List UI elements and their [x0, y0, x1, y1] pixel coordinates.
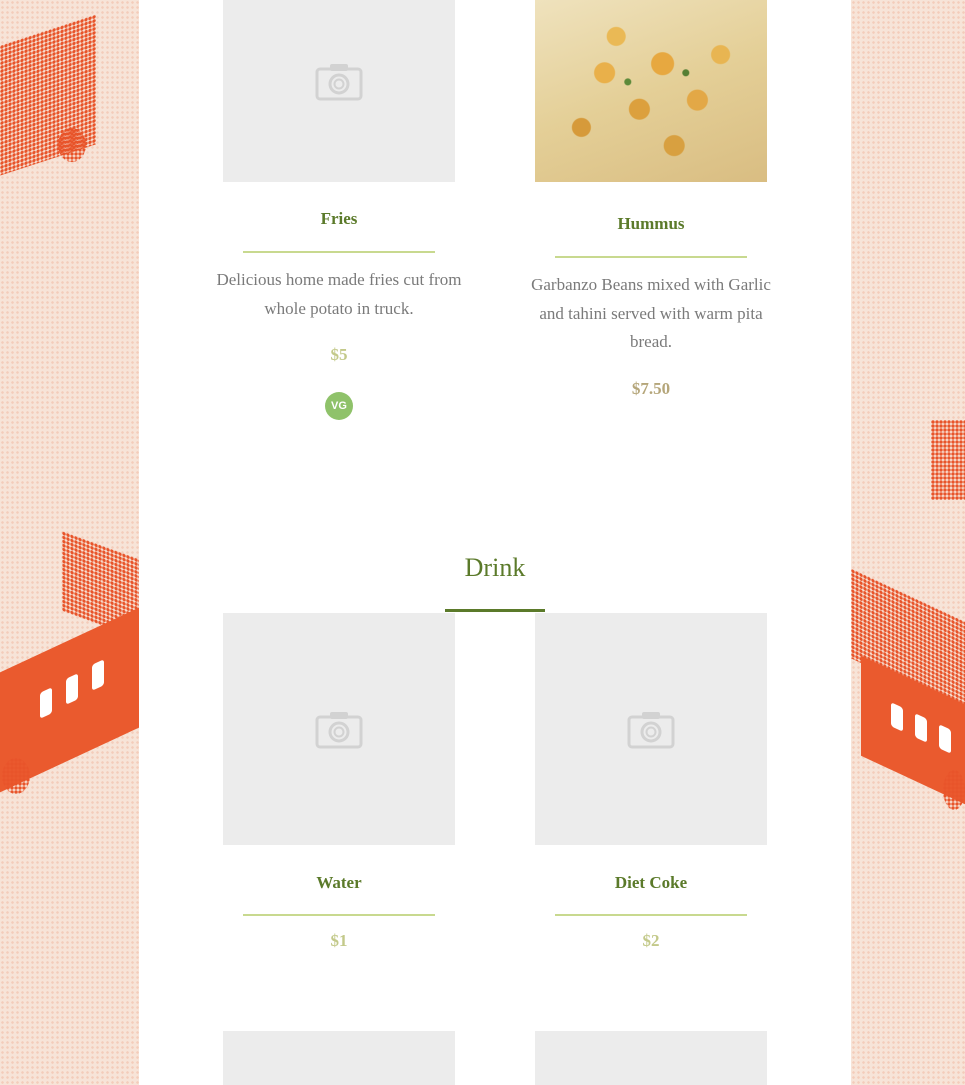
camera-icon [315, 64, 363, 101]
item-price: $1 [330, 931, 348, 950]
item-price: $2 [642, 931, 660, 950]
truck-window [915, 713, 927, 743]
title-divider [243, 914, 435, 916]
menu-item-water: Water $1 [223, 613, 455, 951]
camera-icon [315, 712, 363, 749]
truck-wheel [2, 758, 30, 794]
menu-item-hummus: Hummus Garbanzo Beans mixed with Garlic … [531, 0, 771, 399]
item-image-placeholder [223, 1031, 455, 1085]
left-background-decoration [0, 0, 139, 1085]
item-description: Garbanzo Beans mixed with Garlic and tah… [531, 275, 771, 351]
right-background-decoration [851, 0, 965, 1085]
title-divider [555, 256, 747, 258]
menu-item-fries: Fries Delicious home made fries cut from… [216, 0, 462, 420]
item-title: Diet Coke [614, 873, 688, 892]
item-image-placeholder [535, 613, 767, 845]
item-price: $5 [330, 345, 348, 364]
section-underline [445, 609, 545, 612]
menu-item-diet-coke: Diet Coke $2 [535, 613, 767, 951]
item-image-placeholder [223, 613, 455, 845]
item-title: Water [316, 873, 362, 892]
item-title: Hummus [617, 214, 685, 233]
vegan-badge: VG [325, 392, 353, 420]
food-truck-illustration [931, 420, 965, 500]
item-image-placeholder [223, 0, 455, 182]
camera-icon [627, 712, 675, 749]
title-divider [555, 914, 747, 916]
item-image-placeholder [535, 1031, 767, 1085]
item-title: Fries [320, 209, 358, 228]
menu-content: Fries Delicious home made fries cut from… [139, 0, 851, 1085]
truck-window [891, 702, 903, 732]
hummus-photo [535, 0, 767, 182]
truck-window [939, 724, 951, 754]
truck-wheel [58, 128, 86, 162]
section-title-drink: Drink [464, 553, 526, 582]
item-price: $7.50 [631, 378, 671, 398]
title-divider [243, 251, 435, 253]
item-description: Delicious home made fries cut from whole… [216, 270, 462, 318]
truck-wheel [943, 770, 965, 810]
